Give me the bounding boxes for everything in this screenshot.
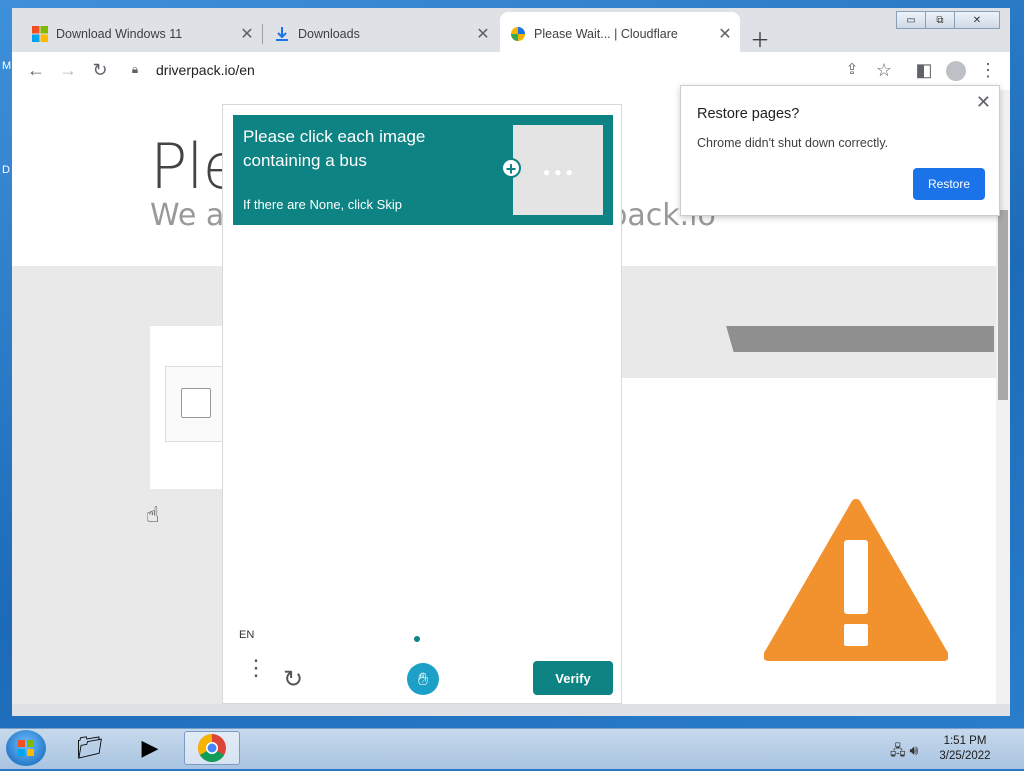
tab-cloudflare[interactable]: Please Wait... | Cloudflare ✕ xyxy=(500,12,740,56)
tab-label: Please Wait... | Cloudflare xyxy=(534,27,678,41)
warning-icon xyxy=(764,499,948,661)
tab-label: Download Windows 11 xyxy=(56,27,183,41)
window-controls: ▭ ⧉ ✕ xyxy=(896,11,1000,29)
captcha-prompt-header: Please click each image containing a bus… xyxy=(233,115,613,225)
media-player-icon: ▶ xyxy=(141,735,159,760)
captcha-example-image: ●●● xyxy=(513,125,603,215)
restore-pages-dialog: Restore pages? Chrome didn't shut down c… xyxy=(680,85,1000,216)
captcha-hint: If there are None, click Skip xyxy=(243,197,402,212)
close-window-button[interactable]: ✕ xyxy=(954,11,1000,29)
minimize-button[interactable]: ▭ xyxy=(896,11,926,29)
side-panel-icon[interactable]: ◧ xyxy=(912,60,936,81)
page-indicator-dot xyxy=(414,636,420,642)
download-icon xyxy=(276,27,288,41)
new-tab-button[interactable]: ＋ xyxy=(750,24,770,53)
taskbar-clock[interactable]: 1:51 PM 3/25/2022 xyxy=(930,734,1000,764)
cloudflare-icon xyxy=(511,27,525,41)
address-bar[interactable]: driverpack.io/en xyxy=(156,62,255,78)
clock-time: 1:51 PM xyxy=(943,735,987,747)
menu-kebab-icon[interactable]: ⋮ xyxy=(976,60,1000,81)
tray-icons[interactable]: 🖧︎ 🔊︎ xyxy=(890,740,918,764)
hcaptcha-logo-icon: ✋︎ xyxy=(407,663,439,695)
restore-button[interactable]: Restore xyxy=(913,168,985,200)
bookmark-star-icon[interactable]: ☆ xyxy=(872,60,896,81)
decorative-bar xyxy=(622,326,994,352)
clock-date: 3/25/2022 xyxy=(939,750,991,762)
chrome-taskbar-button[interactable] xyxy=(184,731,240,765)
refresh-icon[interactable]: ↻ xyxy=(283,665,303,694)
tab-separator xyxy=(262,24,263,44)
tab-download-windows[interactable]: Download Windows 11 ✕ xyxy=(22,12,262,56)
media-player-taskbar-button[interactable]: ▶ xyxy=(122,731,178,765)
hand-cursor-icon: ☝︎ xyxy=(146,502,160,527)
close-tab-icon[interactable]: ✕ xyxy=(238,24,256,44)
desktop-icon-label: M xyxy=(2,60,12,72)
chrome-icon xyxy=(198,734,226,762)
dialog-title: Restore pages? xyxy=(697,106,800,122)
dialog-message: Chrome didn't shut down correctly. xyxy=(697,136,889,150)
close-icon[interactable]: ✕ xyxy=(976,92,991,113)
close-tab-icon[interactable]: ✕ xyxy=(474,24,492,44)
back-arrow-icon[interactable]: ← xyxy=(24,60,48,81)
language-selector[interactable]: EN xyxy=(239,629,254,641)
windows-flag-icon xyxy=(18,740,34,756)
windows-logo-icon xyxy=(32,26,48,42)
profile-avatar-icon[interactable] xyxy=(946,61,966,81)
folder-icon: 📁︎ xyxy=(76,735,104,760)
captcha-challenge: Please click each image containing a bus… xyxy=(222,104,622,704)
tab-downloads[interactable]: Downloads ✕ xyxy=(264,12,498,56)
reload-icon[interactable]: ↻ xyxy=(88,60,112,81)
scrollbar-thumb[interactable] xyxy=(998,210,1008,400)
share-icon[interactable]: ⇪ xyxy=(840,60,864,78)
loading-dots-icon: ●●● xyxy=(543,165,577,179)
plus-icon[interactable]: + xyxy=(501,158,521,179)
captcha-instruction: Please click each image containing a bus xyxy=(243,127,426,170)
challenge-checkbox[interactable] xyxy=(181,388,211,418)
close-tab-icon[interactable]: ✕ xyxy=(716,24,734,44)
tab-label: Downloads xyxy=(298,27,360,41)
menu-dots-icon[interactable]: ⋮ xyxy=(245,657,267,679)
maximize-button[interactable]: ⧉ xyxy=(925,11,955,29)
forward-arrow-icon[interactable]: → xyxy=(56,60,80,81)
desktop-icon-label: D xyxy=(2,164,10,176)
lock-icon[interactable]: 🔒︎ xyxy=(123,62,147,77)
verify-button[interactable]: Verify xyxy=(533,661,613,695)
explorer-taskbar-button[interactable]: 📁︎ xyxy=(62,731,118,765)
start-button[interactable] xyxy=(6,730,46,766)
